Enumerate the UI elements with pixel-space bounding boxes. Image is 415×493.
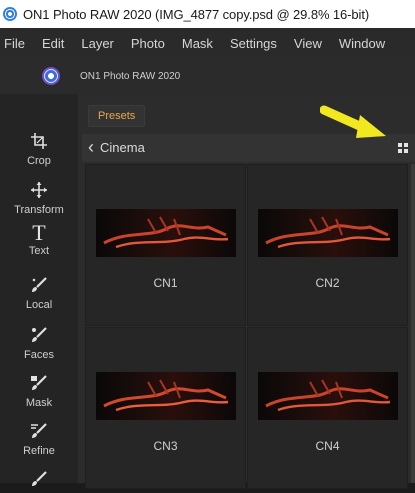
chevron-left-icon[interactable]: ‹: [88, 137, 94, 157]
menu-layer[interactable]: Layer: [81, 36, 114, 51]
preset-label: CN4: [315, 439, 340, 453]
tool-faces[interactable]: Faces: [0, 326, 78, 361]
transform-icon: [0, 181, 78, 203]
tool-label: Mask: [25, 397, 53, 409]
menu-mask[interactable]: Mask: [182, 36, 213, 51]
menu-edit[interactable]: Edit: [42, 36, 64, 51]
local-brush-icon: [0, 276, 78, 298]
mask-brush-icon: [0, 374, 78, 396]
preset-label: CN1: [153, 276, 178, 290]
tool-label: Faces: [24, 349, 54, 361]
tool-sidebar: Crop Transform T Text Local Faces Mask R…: [0, 94, 78, 486]
tool-label: Transform: [14, 204, 64, 216]
menu-window[interactable]: Window: [339, 36, 385, 51]
menu-view[interactable]: View: [294, 36, 322, 51]
presets-panel: Presets ‹ Cinema CN1 CN2 CN3 CN4: [78, 94, 415, 489]
tool-mask[interactable]: Mask: [0, 374, 78, 409]
preset-preview-image: [258, 209, 398, 257]
window-title-bar: ON1 Photo RAW 2020 (IMG_4877 copy.psd @ …: [0, 0, 415, 28]
refine-brush-icon: [0, 422, 78, 444]
preset-thumbnail-cn1[interactable]: CN1: [85, 164, 246, 326]
tab-presets[interactable]: Presets: [88, 105, 146, 127]
menu-bar: File Edit Layer Photo Mask Settings View…: [0, 28, 415, 58]
preset-label: CN3: [153, 439, 178, 453]
tool-text[interactable]: T Text: [0, 220, 78, 258]
text-icon: T: [32, 220, 46, 245]
menu-settings[interactable]: Settings: [230, 36, 277, 51]
panel-scrollbar[interactable]: [411, 164, 415, 483]
preset-preview-image: [96, 209, 236, 257]
tool-label: Refine: [23, 445, 55, 457]
menu-file[interactable]: File: [4, 36, 25, 51]
preset-thumbnail-cn3[interactable]: CN3: [85, 327, 246, 489]
window-title: ON1 Photo RAW 2020 (IMG_4877 copy.psd @ …: [23, 6, 370, 22]
annotation-arrow-icon: [320, 105, 386, 138]
preset-preview-image: [258, 372, 398, 420]
preset-label: CN2: [315, 276, 340, 290]
tool-transform[interactable]: Transform: [0, 181, 78, 216]
tool-label: Text: [28, 245, 50, 257]
tool-crop[interactable]: Crop: [0, 132, 78, 167]
preset-preview-image: [96, 372, 236, 420]
app-header: ON1 Photo RAW 2020: [0, 58, 415, 94]
tool-next-partial[interactable]: [0, 470, 78, 492]
app-icon: [3, 7, 17, 21]
tool-label: Local: [25, 299, 53, 311]
crop-icon: [0, 132, 78, 154]
on1-logo-icon[interactable]: [42, 67, 60, 85]
tool-label: Crop: [27, 155, 51, 167]
tool-local[interactable]: Local: [0, 276, 78, 311]
faces-icon: [0, 326, 78, 348]
tool-refine[interactable]: Refine: [0, 422, 78, 457]
menu-photo[interactable]: Photo: [131, 36, 165, 51]
app-name: ON1 Photo RAW 2020: [80, 70, 181, 82]
grid-view-icon[interactable]: [398, 143, 408, 153]
brush-icon: [0, 470, 78, 492]
category-title[interactable]: Cinema: [100, 140, 145, 155]
preset-thumbnail-cn2[interactable]: CN2: [247, 164, 408, 326]
preset-thumbnail-cn4[interactable]: CN4: [247, 327, 408, 489]
